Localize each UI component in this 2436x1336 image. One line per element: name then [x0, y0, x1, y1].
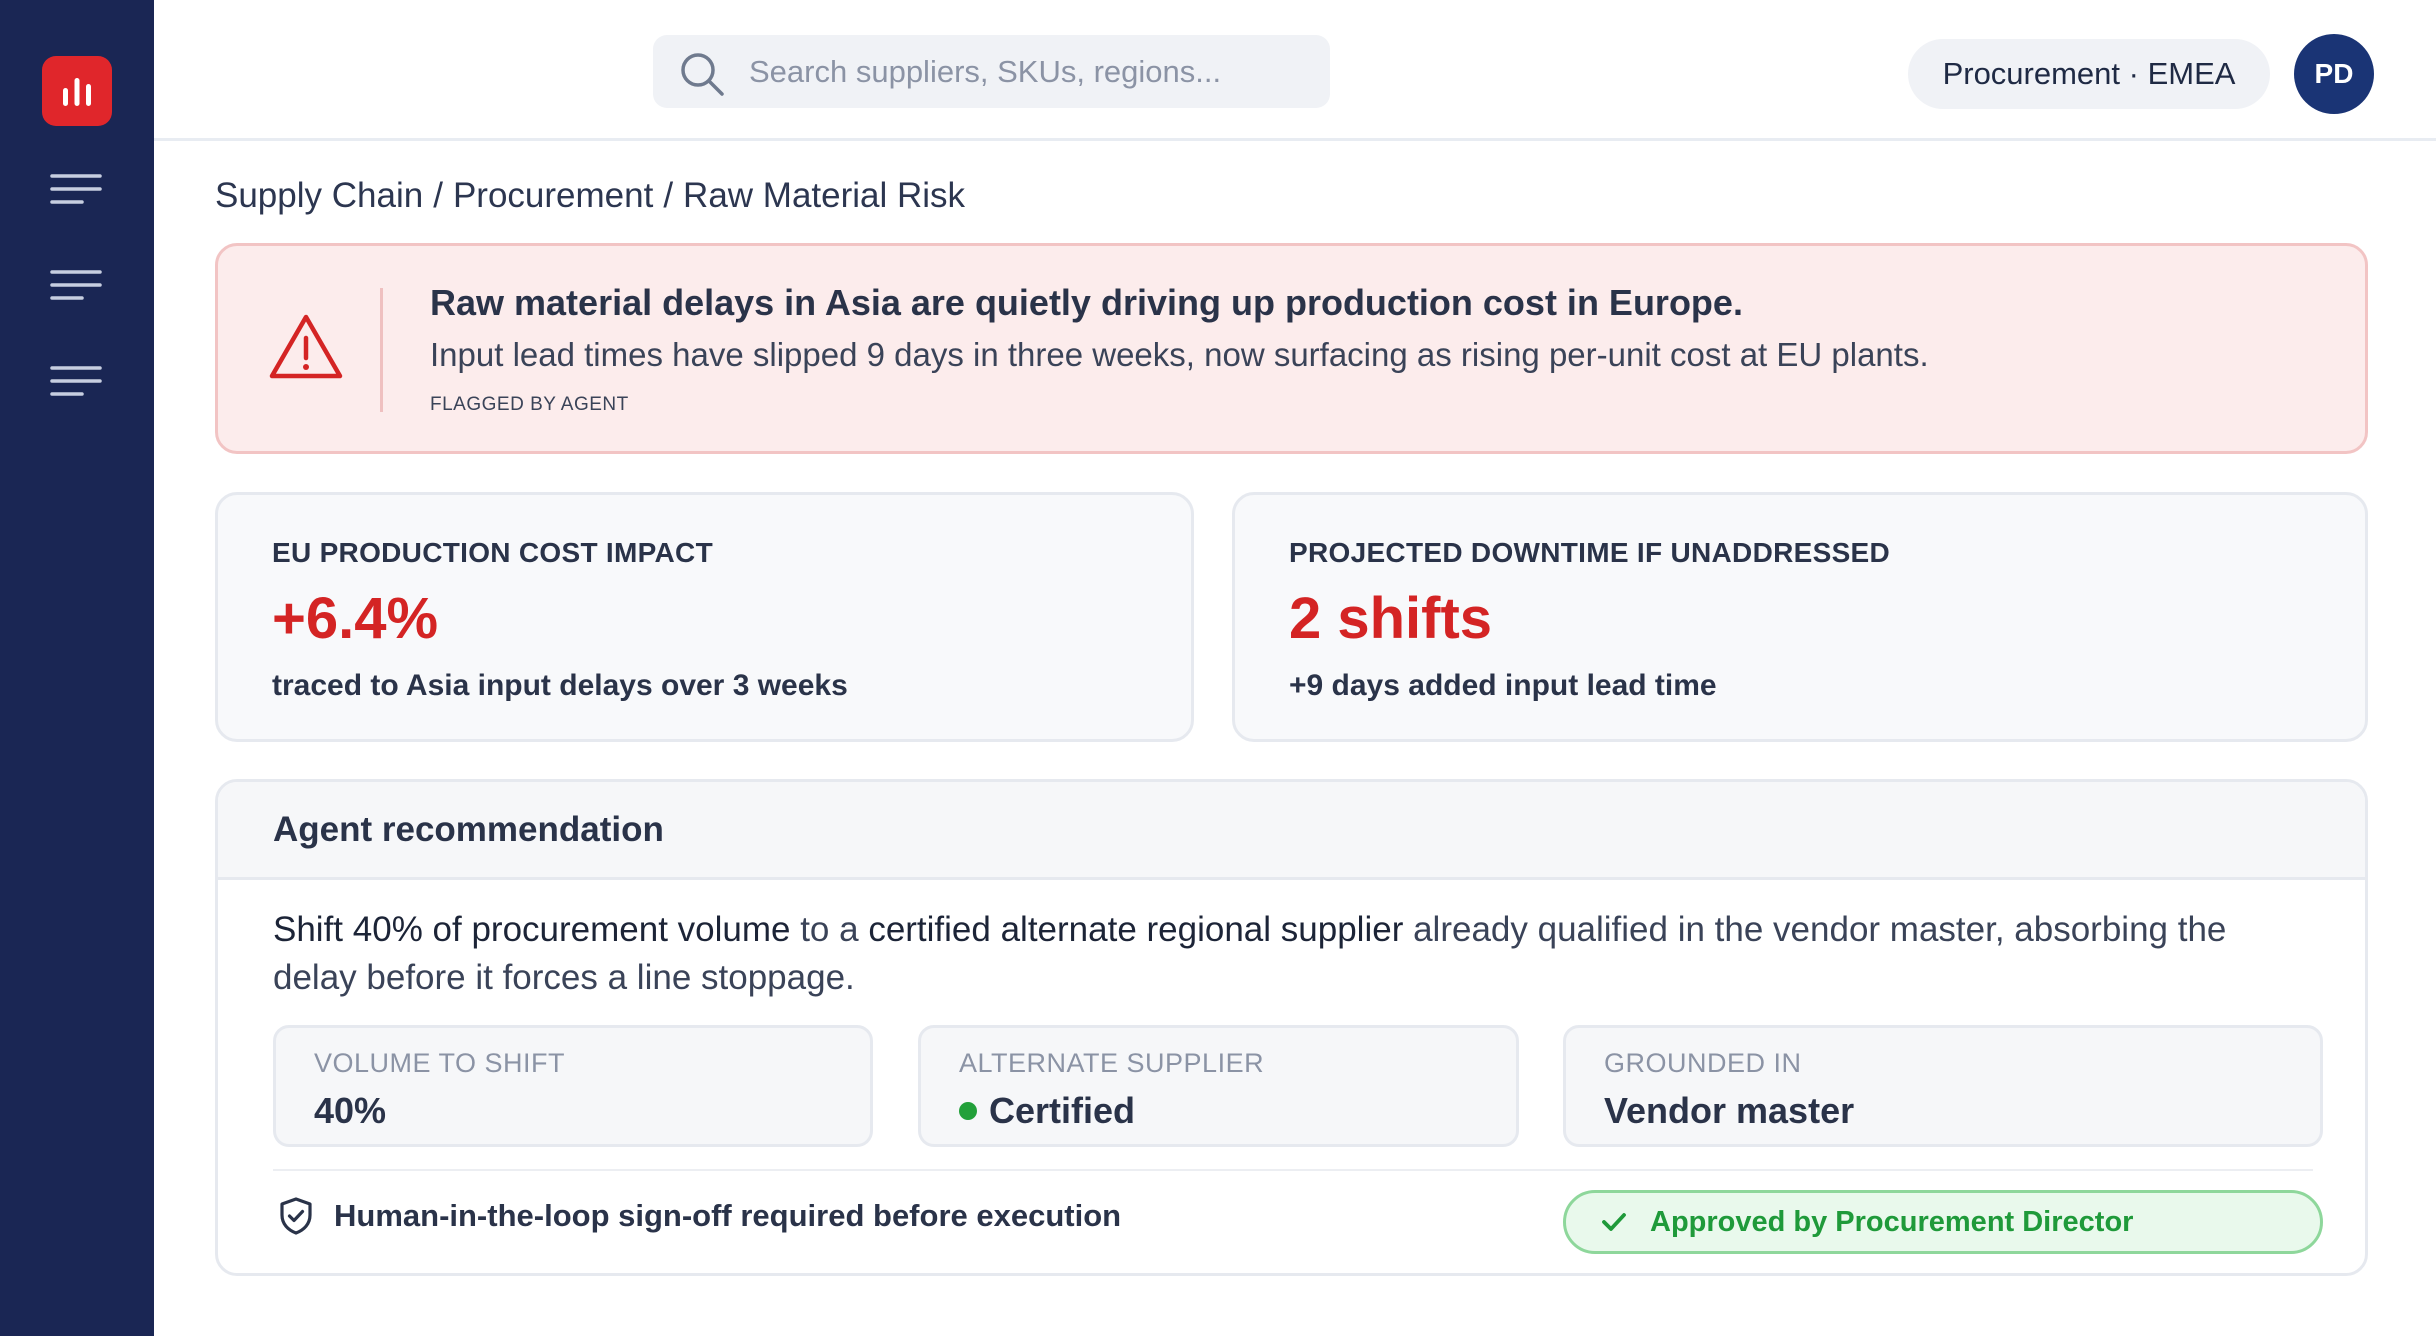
- checkmark-icon: [1602, 1213, 1626, 1231]
- kpi-value: 2 shifts: [1289, 586, 1493, 651]
- agent-recommendation-card: Agent recommendation Shift 40% of procur…: [215, 779, 2368, 1276]
- chip-value-text: 40%: [314, 1090, 387, 1131]
- chip-value: Vendor master: [1604, 1090, 1854, 1132]
- chip-value-text: Certified: [989, 1090, 1136, 1131]
- chip-label: VOLUME TO SHIFT: [314, 1048, 566, 1078]
- alert-banner: Raw material delays in Asia are quietly …: [215, 243, 2368, 454]
- shield-check-icon: [280, 1197, 312, 1235]
- search-box[interactable]: [653, 35, 1330, 108]
- status-dot-icon: [959, 1102, 977, 1120]
- alternate-supplier-chip: ALTERNATE SUPPLIER Certified: [918, 1025, 1519, 1147]
- recommendation-title: Agent recommendation: [273, 810, 664, 849]
- sidebar-nav-item-1[interactable]: [50, 172, 104, 206]
- kpi-note: traced to Asia input delays over 3 weeks: [272, 669, 848, 702]
- workspace-label: Procurement · EMEA: [1942, 56, 2236, 91]
- flagged-by-agent-tag: FLAGGED BY AGENT: [430, 394, 629, 415]
- chip-value: 40%: [314, 1090, 386, 1132]
- kpi-value: +6.4%: [272, 586, 439, 651]
- avatar[interactable]: PD: [2294, 34, 2374, 114]
- breadcrumb: Supply Chain / Procurement / Raw Materia…: [215, 176, 965, 216]
- approved-text: Approved by Procurement Director: [1650, 1205, 2134, 1238]
- grounded-in-chip: GROUNDED IN Vendor master: [1563, 1025, 2323, 1147]
- workspace-selector[interactable]: Procurement · EMEA: [1908, 39, 2270, 109]
- breadcrumb-separator: /: [663, 176, 674, 215]
- approved-status-badge[interactable]: Approved by Procurement Director: [1563, 1190, 2323, 1254]
- menu-icon: [50, 270, 102, 300]
- volume-to-shift-chip: VOLUME TO SHIFT 40%: [273, 1025, 873, 1147]
- kpi-label: EU PRODUCTION COST IMPACT: [272, 537, 713, 568]
- search-icon: [681, 53, 724, 96]
- chip-value-text: Vendor master: [1604, 1090, 1855, 1131]
- alert-subtitle: Input lead times have slipped 9 days in …: [430, 336, 1929, 373]
- kpi-note: +9 days added input lead time: [1289, 669, 1717, 702]
- kpi-card-projected-downtime: PROJECTED DOWNTIME IF UNADDRESSED 2 shif…: [1232, 492, 2368, 742]
- recommendation-text: Shift 40% of procurement volume to a cer…: [273, 906, 2313, 1002]
- search-input[interactable]: [749, 35, 1309, 108]
- sidebar: [0, 0, 154, 1336]
- menu-icon: [50, 174, 102, 204]
- menu-icon: [50, 366, 102, 396]
- avatar-initials: PD: [2314, 58, 2354, 89]
- alert-divider: [380, 288, 383, 412]
- bar-chart-icon: [63, 78, 91, 106]
- sidebar-nav-item-3[interactable]: [50, 364, 104, 398]
- chip-value: Certified: [959, 1090, 1135, 1132]
- signoff-text: Human-in-the-loop sign-off required befo…: [334, 1198, 1122, 1233]
- sidebar-nav-item-2[interactable]: [50, 268, 104, 302]
- divider: [273, 1169, 2313, 1171]
- warning-triangle-icon: [269, 314, 343, 379]
- logo[interactable]: [42, 56, 112, 126]
- kpi-label: PROJECTED DOWNTIME IF UNADDRESSED: [1289, 537, 1891, 568]
- chip-label: ALTERNATE SUPPLIER: [959, 1048, 1265, 1078]
- breadcrumb-separator: /: [433, 176, 443, 215]
- recommendation-header: Agent recommendation: [218, 782, 2365, 880]
- recommendation-text-part: to a: [790, 910, 869, 949]
- signoff-notice: Human-in-the-loop sign-off required befo…: [278, 1196, 1121, 1236]
- recommendation-highlight-volume: Shift 40% of procurement volume: [273, 910, 791, 949]
- top-bar: Procurement · EMEA PD: [154, 0, 2436, 141]
- chip-label: GROUNDED IN: [1604, 1048, 1802, 1078]
- kpi-card-cost-impact: EU PRODUCTION COST IMPACT +6.4% traced t…: [215, 492, 1194, 742]
- breadcrumb-item-supply-chain[interactable]: Supply Chain: [215, 176, 423, 216]
- recommendation-highlight-supplier: certified alternate regional supplier: [868, 910, 1404, 949]
- alert-title: Raw material delays in Asia are quietly …: [430, 282, 1743, 323]
- breadcrumb-item-procurement[interactable]: Procurement: [453, 176, 653, 216]
- breadcrumb-item-current: Raw Material Risk: [683, 176, 966, 215]
